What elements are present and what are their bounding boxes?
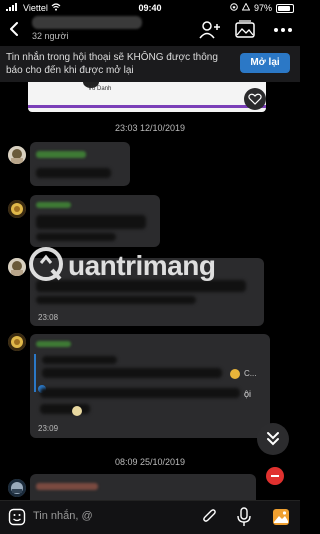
reply-message-bubble[interactable]: C... ội 23:09 bbox=[30, 334, 270, 438]
sender-name-redacted bbox=[36, 483, 98, 490]
message-text-redacted bbox=[40, 404, 90, 414]
wifi-icon bbox=[51, 3, 61, 13]
quote-tail: C... bbox=[244, 369, 257, 378]
date-separator: 23:03 12/10/2019 bbox=[114, 123, 186, 133]
muted-notice-text: Tin nhắn trong hội thoại sẽ KHÔNG được t… bbox=[6, 52, 218, 76]
message-text-redacted bbox=[36, 233, 116, 241]
message-bubble[interactable] bbox=[30, 195, 160, 247]
battery-icon bbox=[276, 3, 294, 13]
status-bar: 09:40 Viettel 97% bbox=[0, 0, 300, 16]
microphone-icon[interactable] bbox=[235, 507, 253, 527]
avatar[interactable] bbox=[8, 200, 26, 218]
group-name-redacted[interactable] bbox=[32, 16, 142, 29]
emoji-icon bbox=[230, 369, 240, 379]
quoted-text-redacted bbox=[42, 356, 117, 364]
mention-badge-icon[interactable] bbox=[266, 467, 284, 485]
muted-notice-bar: Tin nhắn trong hội thoại sẽ KHÔNG được t… bbox=[0, 46, 300, 82]
message-bubble[interactable] bbox=[30, 474, 256, 500]
emoji-icon bbox=[72, 406, 82, 416]
carrier-label: Viettel bbox=[23, 3, 48, 13]
more-icon[interactable] bbox=[272, 20, 294, 40]
message-text-redacted bbox=[36, 215, 146, 229]
quote-bar bbox=[34, 354, 36, 392]
attachment-icon[interactable] bbox=[201, 508, 219, 526]
quoted-text-redacted bbox=[42, 368, 222, 378]
message-input[interactable]: Tin nhắn, @ bbox=[33, 510, 93, 522]
date-separator: 08:09 25/10/2019 bbox=[114, 457, 186, 467]
avatar[interactable] bbox=[8, 333, 26, 351]
sender-name-redacted bbox=[36, 202, 71, 208]
scroll-to-bottom-button[interactable] bbox=[257, 423, 289, 455]
gallery-icon[interactable] bbox=[234, 20, 256, 40]
watermark-logo-icon bbox=[28, 246, 64, 287]
status-right: 97% bbox=[230, 2, 294, 13]
shared-card-preview[interactable]: Vô Danh bbox=[28, 82, 266, 112]
card-name: Vô Danh bbox=[88, 86, 112, 92]
message-text-redacted bbox=[36, 296, 196, 304]
avatar[interactable] bbox=[8, 258, 26, 276]
back-icon[interactable] bbox=[8, 22, 20, 36]
alarm-icon bbox=[241, 2, 251, 13]
heart-reaction-icon[interactable] bbox=[244, 88, 266, 110]
watermark: uantrimang bbox=[28, 246, 268, 286]
sticker-icon[interactable] bbox=[8, 508, 26, 526]
message-bubble[interactable] bbox=[30, 142, 130, 186]
message-text-redacted bbox=[40, 388, 240, 398]
avatar[interactable] bbox=[8, 146, 26, 164]
message-time: 23:08 bbox=[38, 313, 59, 322]
rotation-lock-icon bbox=[230, 3, 238, 13]
sender-name-redacted bbox=[36, 151, 86, 158]
avatar[interactable] bbox=[8, 479, 26, 497]
message-input-bar: Tin nhắn, @ bbox=[0, 500, 300, 534]
photo-icon[interactable] bbox=[272, 508, 290, 526]
add-member-icon[interactable] bbox=[198, 20, 220, 40]
status-carrier: Viettel bbox=[6, 3, 61, 13]
chat-header: 32 người bbox=[0, 16, 300, 46]
watermark-text: uantrimang bbox=[68, 250, 216, 281]
card-stripe bbox=[28, 105, 266, 108]
member-count[interactable]: 32 người bbox=[32, 31, 68, 41]
signal-icon bbox=[6, 3, 20, 13]
reopen-button[interactable]: Mở lại bbox=[240, 53, 290, 73]
message-tail: ội bbox=[244, 389, 252, 399]
message-time: 23:09 bbox=[38, 424, 59, 433]
sender-name-redacted bbox=[36, 341, 71, 347]
battery-percent: 97% bbox=[253, 3, 272, 13]
message-text-redacted bbox=[36, 168, 111, 178]
